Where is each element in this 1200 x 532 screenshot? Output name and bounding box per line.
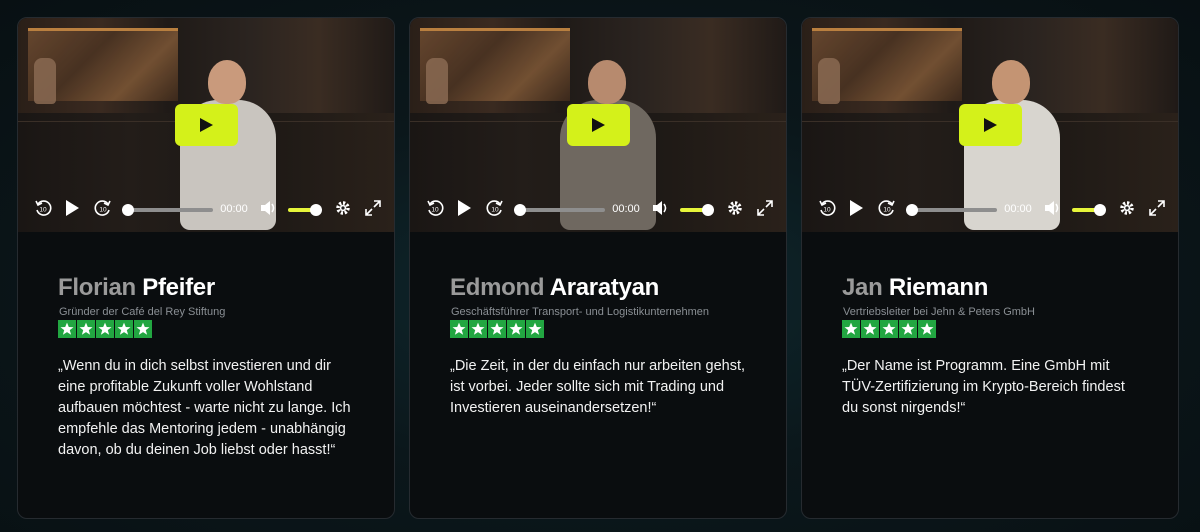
star-icon [134,320,152,338]
volume-handle[interactable] [1094,204,1106,216]
svg-text:10: 10 [883,207,891,214]
video-scene-vase [818,58,840,104]
svg-text:10: 10 [39,207,47,214]
star-icon [507,320,525,338]
first-name: Florian [58,274,136,301]
testimonial-card: 10 10 00:00 [801,17,1179,519]
progress-handle[interactable] [906,204,918,216]
progress-handle[interactable] [122,204,134,216]
time-display: 00:00 [220,203,248,215]
volume-icon[interactable] [1043,199,1063,217]
forward-10-icon[interactable]: 10 [94,199,112,217]
star-icon [918,320,936,338]
star-icon [880,320,898,338]
svg-text:10: 10 [99,207,107,214]
person-role: Vertriebsleiter bei Jehn & Peters GmbH [843,306,1035,318]
star-icon [899,320,917,338]
person-name: Edmond Araratyan [450,274,659,302]
svg-text:10: 10 [823,207,831,214]
video-player[interactable]: 10 10 00:00 [18,18,394,232]
star-icon [58,320,76,338]
last-name: Riemann [888,274,989,301]
person-name: Jan Riemann [842,274,988,302]
fullscreen-icon[interactable] [364,199,382,217]
progress-bar[interactable] [517,208,605,212]
testimonial-quote: „Wenn du in dich selbst investieren und … [58,358,351,458]
star-rating [842,320,937,340]
progress-bar[interactable] [125,208,213,212]
video-controls: 10 10 00:00 [410,196,786,224]
star-icon [861,320,879,338]
star-icon [77,320,95,338]
svg-text:10: 10 [431,207,439,214]
first-name: Edmond [450,274,545,301]
person-role: Gründer der Café del Rey Stiftung [59,306,226,318]
volume-handle[interactable] [702,204,714,216]
video-controls: 10 10 00:00 [18,196,394,224]
last-name: Araratyan [549,274,660,301]
play-icon[interactable] [456,199,472,217]
play-icon[interactable] [64,199,80,217]
star-icon [526,320,544,338]
star-icon [488,320,506,338]
star-icon [842,320,860,338]
big-play-button[interactable] [959,104,1022,146]
testimonial-card: 10 10 00:00 [17,17,395,519]
testimonial-quote: „Der Name ist Programm. Eine GmbH mit TÜ… [842,358,1125,416]
last-name: Pfeifer [142,274,215,301]
forward-10-icon[interactable]: 10 [878,199,896,217]
big-play-button[interactable] [175,104,238,146]
rewind-10-icon[interactable]: 10 [818,199,836,217]
video-scene-vase [426,58,448,104]
video-scene-vase [34,58,56,104]
fullscreen-icon[interactable] [756,199,774,217]
gear-icon[interactable] [334,199,352,217]
star-rating [58,320,153,340]
big-play-button[interactable] [567,104,630,146]
star-icon [450,320,468,338]
video-player[interactable]: 10 10 00:00 [410,18,786,232]
progress-bar[interactable] [909,208,997,212]
volume-handle[interactable] [310,204,322,216]
video-controls: 10 10 00:00 [802,196,1178,224]
gear-icon[interactable] [726,199,744,217]
rewind-10-icon[interactable]: 10 [34,199,52,217]
fullscreen-icon[interactable] [1148,199,1166,217]
star-icon [469,320,487,338]
first-name: Jan [842,274,883,301]
star-rating [450,320,545,340]
time-display: 00:00 [1004,203,1032,215]
video-player[interactable]: 10 10 00:00 [802,18,1178,232]
gear-icon[interactable] [1118,199,1136,217]
star-icon [115,320,133,338]
svg-text:10: 10 [491,207,499,214]
time-display: 00:00 [612,203,640,215]
person-name: Florian Pfeifer [58,274,215,302]
star-icon [96,320,114,338]
forward-10-icon[interactable]: 10 [486,199,504,217]
rewind-10-icon[interactable]: 10 [426,199,444,217]
play-icon[interactable] [848,199,864,217]
volume-icon[interactable] [259,199,279,217]
progress-handle[interactable] [514,204,526,216]
testimonial-card: 10 10 00:00 [409,17,787,519]
person-role: Geschäftsführer Transport- und Logistiku… [451,306,710,318]
testimonial-quote: „Die Zeit, in der du einfach nur arbeite… [450,358,745,416]
volume-icon[interactable] [651,199,671,217]
